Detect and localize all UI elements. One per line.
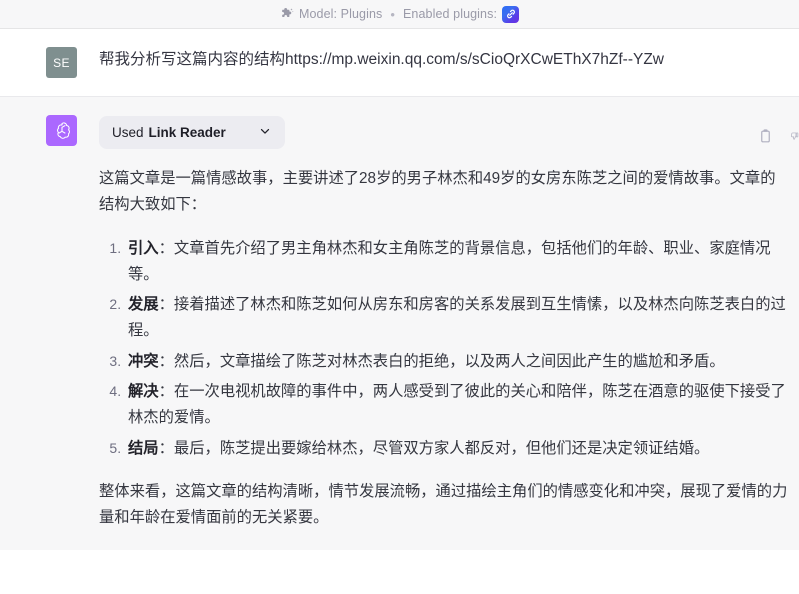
list-item-term: 引入 — [128, 239, 159, 257]
bar-separator: • — [390, 6, 395, 22]
assistant-message-body: Used Link Reader 这篇文章是一篇情感故事，主要讲述了28岁的男子… — [77, 115, 789, 532]
plugin-call-prefix: Used — [112, 125, 144, 140]
assistant-message-inner: Used Link Reader 这篇文章是一篇情感故事，主要讲述了28岁的男子… — [0, 115, 799, 532]
model-info-bar: Model: Plugins • Enabled plugins: — [0, 0, 799, 29]
message-actions — [757, 128, 799, 145]
plugin-call-label: Used Link Reader — [112, 125, 226, 140]
list-item-detail: 然后，文章描绘了陈芝对林杰表白的拒绝，以及两人之间因此产生的尴尬和矛盾。 — [173, 352, 725, 370]
user-message-body: 帮我分析写这篇内容的结构https://mp.weixin.qq.com/s/s… — [77, 47, 789, 78]
closing-paragraph: 整体来看，这篇文章的结构清晰，情节发展流畅，通过描绘主角们的情感变化和冲突，展现… — [99, 482, 788, 527]
list-item-detail: 在一次电视机故障的事件中，两人感受到了彼此的关心和陪伴，陈芝在酒意的驱使下接受了… — [128, 383, 786, 427]
list-item-term: 冲突 — [128, 352, 159, 370]
plugin-call-name: Link Reader — [148, 125, 226, 140]
list-item: 引入：文章首先介绍了男主角林杰和女主角陈芝的背景信息，包括他们的年龄、职业、家庭… — [125, 236, 789, 289]
user-message-row: SE 帮我分析写这篇内容的结构https://mp.weixin.qq.com/… — [0, 29, 799, 97]
plugin-call-disclosure[interactable]: Used Link Reader — [99, 116, 285, 149]
user-message-inner: SE 帮我分析写这篇内容的结构https://mp.weixin.qq.com/… — [0, 47, 799, 78]
list-item-term: 发展 — [128, 296, 159, 314]
link-reader-plugin-icon[interactable] — [502, 5, 520, 23]
list-item: 发展：接着描述了林杰和陈芝如何从房东和房客的关系发展到互生情愫，以及林杰向陈芝表… — [125, 292, 789, 345]
enabled-plugins-label: Enabled plugins: — [403, 7, 498, 21]
structure-list: 引入：文章首先介绍了男主角林杰和女主角陈芝的背景信息，包括他们的年龄、职业、家庭… — [99, 236, 789, 462]
list-item-colon: ： — [158, 439, 174, 457]
list-item-term: 结局 — [128, 439, 159, 457]
assistant-message-row: Used Link Reader 这篇文章是一篇情感故事，主要讲述了28岁的男子… — [0, 97, 799, 550]
list-item-colon: ： — [158, 296, 174, 314]
intro-paragraph: 这篇文章是一篇情感故事，主要讲述了28岁的男子林杰和49岁的女房东陈芝之间的爱情… — [99, 170, 776, 214]
list-item: 解决：在一次电视机故障的事件中，两人感受到了彼此的关心和陪伴，陈芝在酒意的驱使下… — [125, 379, 789, 432]
list-item-term: 解决 — [128, 383, 159, 401]
avatar: SE — [46, 47, 77, 78]
chevron-down-icon — [258, 124, 272, 141]
openai-logo-icon — [52, 121, 72, 141]
list-item-colon: ： — [158, 239, 174, 257]
list-item: 结局：最后，陈芝提出要嫁给林杰，尽管双方家人都反对，但他们还是决定领证结婚。 — [125, 436, 789, 462]
model-label-group: Model: Plugins — [280, 7, 382, 21]
list-item-detail: 接着描述了林杰和陈芝如何从房东和房客的关系发展到互生情愫，以及林杰向陈芝表白的过… — [128, 296, 786, 340]
list-item-colon: ： — [158, 383, 174, 401]
assistant-prose: 这篇文章是一篇情感故事，主要讲述了28岁的男子林杰和49岁的女房东陈芝之间的爱情… — [99, 166, 789, 532]
user-message-text: 帮我分析写这篇内容的结构https://mp.weixin.qq.com/s/s… — [99, 51, 664, 68]
list-item: 冲突：然后，文章描绘了陈芝对林杰表白的拒绝，以及两人之间因此产生的尴尬和矛盾。 — [125, 349, 789, 375]
model-label: Model: Plugins — [298, 7, 383, 21]
puzzle-plugin-icon — [280, 7, 294, 21]
enabled-plugins-group: Enabled plugins: — [403, 5, 520, 23]
avatar — [46, 115, 77, 146]
thumbs-down-icon[interactable] — [790, 128, 799, 145]
copy-clipboard-icon[interactable] — [757, 128, 774, 145]
list-item-detail: 最后，陈芝提出要嫁给林杰，尽管双方家人都反对，但他们还是决定领证结婚。 — [173, 439, 710, 457]
list-item-detail: 文章首先介绍了男主角林杰和女主角陈芝的背景信息，包括他们的年龄、职业、家庭情况等… — [128, 239, 771, 283]
list-item-colon: ： — [158, 352, 174, 370]
